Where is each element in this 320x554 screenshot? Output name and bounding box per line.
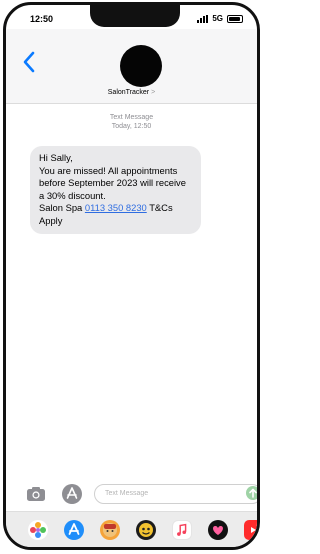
message-body: You are missed! All appointments before … (39, 164, 186, 201)
thread-label: Text Message (109, 114, 154, 121)
thread-meta: Text Message Today, 12:50 (6, 113, 257, 131)
contact-name-button[interactable]: SalonTracker > (6, 89, 257, 96)
phone-number-link[interactable]: 0113 350 8230 (85, 202, 147, 213)
message-bubble[interactable]: Hi Sally, You are missed! All appointmen… (30, 146, 201, 234)
memoji-app-button[interactable] (100, 520, 120, 540)
message-input[interactable]: Text Message (94, 484, 257, 504)
app-store-app-button[interactable] (64, 520, 84, 540)
app-store-icon (66, 487, 78, 499)
arrow-up-icon (249, 488, 257, 498)
phone-frame: 12:50 5G SalonTracker > Text Message Toda… (3, 2, 260, 550)
photos-app-button[interactable] (28, 520, 48, 540)
status-bar: 12:50 5G (6, 11, 257, 29)
animoji-app-button[interactable] (136, 520, 156, 540)
thread-timestamp: Today, 12:50 (111, 123, 152, 130)
message-signature: Salon Spa 0113 350 8230 T&Cs Apply (39, 202, 193, 227)
camera-button[interactable] (26, 486, 46, 502)
composer-bar: Text Message (6, 481, 257, 509)
back-button[interactable] (20, 49, 40, 75)
network-label: 5G (212, 14, 223, 23)
app-store-icon (68, 523, 80, 535)
photos-icon (30, 522, 46, 538)
camera-icon (27, 487, 45, 501)
music-icon (177, 523, 187, 536)
chevron-left-icon (23, 51, 35, 73)
status-indicators: 5G (197, 14, 243, 23)
conversation-header: SalonTracker > (6, 29, 257, 104)
contact-avatar[interactable] (120, 45, 162, 87)
animoji-icon (139, 523, 153, 537)
send-button[interactable] (246, 486, 257, 500)
message-greeting: Hi Sally, (39, 152, 73, 163)
apps-button[interactable] (62, 484, 82, 504)
memoji-icon (103, 523, 117, 537)
app-drawer (6, 511, 257, 547)
music-app-button[interactable] (172, 520, 192, 540)
battery-icon (227, 14, 243, 23)
heart-sticker-icon (213, 525, 223, 535)
heart-sticker-app-button[interactable] (208, 520, 228, 540)
youtube-app-button[interactable] (244, 520, 257, 540)
status-time: 12:50 (30, 14, 54, 24)
contact-name: SalonTracker (107, 89, 150, 96)
message-sender: Salon Spa (39, 202, 83, 213)
signal-icon (197, 14, 209, 23)
youtube-icon (251, 527, 256, 533)
chevron-right-icon: > (151, 89, 156, 96)
